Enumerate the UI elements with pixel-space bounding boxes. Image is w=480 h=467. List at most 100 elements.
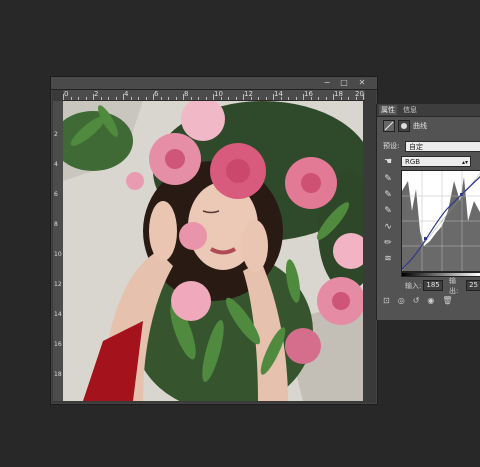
- ruler-number: 10: [214, 90, 223, 98]
- ruler-number: 2: [54, 131, 58, 138]
- ruler-tick: [273, 94, 274, 100]
- input-label: 输入:: [405, 281, 422, 290]
- ruler-number: 14: [274, 90, 283, 98]
- ruler-tick: [288, 97, 289, 100]
- ruler-tick: [325, 97, 327, 100]
- ruler-tick: [333, 94, 334, 100]
- delete-icon[interactable]: 🗑: [442, 296, 452, 305]
- ruler-tick: [123, 94, 124, 100]
- ruler-tick: [363, 94, 364, 100]
- ruler-tick: [348, 97, 349, 100]
- curves-graph[interactable]: [401, 170, 480, 272]
- ruler-number: 10: [54, 251, 62, 258]
- ruler-tick: [100, 97, 102, 100]
- preset-label: 预设:: [383, 142, 400, 150]
- adjustment-title: 曲线: [413, 122, 427, 130]
- ruler-tick: [355, 97, 357, 100]
- ruler-tick: [198, 97, 199, 100]
- ruler-tick: [310, 97, 312, 100]
- ruler-tick: [258, 97, 259, 100]
- tab-properties[interactable]: 属性: [379, 105, 397, 115]
- flower-portrait-image: [63, 101, 363, 401]
- ruler-tick: [250, 97, 252, 100]
- ruler-tick: [220, 97, 222, 100]
- ruler-tick: [213, 94, 214, 100]
- maximize-icon[interactable]: □: [338, 78, 350, 88]
- ruler-tick: [183, 94, 184, 100]
- ruler-tick: [145, 97, 147, 100]
- visibility-icon[interactable]: ◉: [427, 296, 434, 305]
- mask-icon[interactable]: [398, 120, 410, 132]
- ruler-tick: [85, 97, 87, 100]
- preset-value: 自定: [409, 143, 423, 151]
- preset-select[interactable]: 自定: [405, 141, 480, 152]
- ruler-tick: [160, 97, 162, 100]
- input-field[interactable]: 输入: 185: [405, 280, 443, 291]
- output-field[interactable]: 输出: 25: [449, 277, 480, 295]
- ruler-tick: [235, 97, 237, 100]
- ruler-number: 2: [94, 90, 99, 98]
- ruler-tick: [168, 97, 169, 100]
- ruler-number: 18: [334, 90, 343, 98]
- ruler-number: 6: [54, 191, 58, 198]
- chevron-down-icon: ▴▾: [461, 159, 468, 166]
- ruler-tick: [138, 97, 139, 100]
- document-window: − □ ✕ 0 2 4 6 8 10 12 14 16 18 20 2 4 6 8 10 12 14 16 18: [50, 76, 378, 405]
- canvas-photo[interactable]: [63, 101, 363, 401]
- ruler-tick: [303, 94, 304, 100]
- tab-info[interactable]: 信息: [401, 105, 419, 115]
- ruler-number: 18: [54, 371, 62, 378]
- document-titlebar[interactable]: − □ ✕: [51, 77, 377, 90]
- ruler-tick: [205, 97, 207, 100]
- ruler-tick: [228, 97, 229, 100]
- black-eyedropper-icon[interactable]: ✎: [381, 172, 395, 186]
- ruler-tick: [108, 97, 109, 100]
- ruler-tick: [70, 97, 72, 100]
- ruler-tick: [265, 97, 267, 100]
- pencil-icon[interactable]: ✏: [381, 236, 395, 250]
- reset-icon[interactable]: ↺: [413, 296, 420, 305]
- ruler-number: 14: [54, 311, 62, 318]
- ruler-tick: [190, 97, 192, 100]
- curves-adjustment-icon: [383, 120, 395, 132]
- ruler-number: 12: [54, 281, 62, 288]
- gray-eyedropper-icon[interactable]: ✎: [381, 188, 395, 202]
- ruler-tick: [340, 97, 342, 100]
- ruler-tick: [318, 97, 319, 100]
- smooth-icon[interactable]: ≋: [381, 252, 395, 266]
- output-label: 输出:: [449, 276, 459, 295]
- ruler-tick: [295, 97, 297, 100]
- ruler-tick: [93, 94, 94, 100]
- target-adjust-icon[interactable]: ☚: [381, 155, 395, 169]
- panel-tabs: 属性 信息: [377, 104, 480, 117]
- ruler-number: 16: [54, 341, 62, 348]
- ruler-tick: [243, 94, 244, 100]
- ruler-tick: [78, 97, 79, 100]
- ruler-tick: [175, 97, 177, 100]
- minimize-icon[interactable]: −: [321, 78, 333, 88]
- ruler-number: 6: [154, 90, 159, 98]
- ruler-number: 12: [244, 90, 253, 98]
- input-value[interactable]: 185: [423, 280, 443, 291]
- ruler-tick: [115, 97, 117, 100]
- channel-select[interactable]: RGB ▴▾: [401, 156, 471, 167]
- ruler-number: 4: [54, 161, 58, 168]
- curve-edit-icon[interactable]: ∿: [381, 220, 395, 234]
- white-eyedropper-icon[interactable]: ✎: [381, 204, 395, 218]
- ruler-number: 8: [54, 221, 58, 228]
- clip-to-layer-icon[interactable]: ⊡: [383, 296, 390, 305]
- histogram-curve: [402, 171, 480, 271]
- ruler-tick: [63, 94, 64, 100]
- output-value[interactable]: 25: [466, 280, 480, 291]
- ruler-tick: [280, 97, 282, 100]
- horizontal-ruler[interactable]: 0 2 4 6 8 10 12 14 16 18 20: [63, 90, 365, 101]
- adjustment-header: 曲线: [383, 120, 480, 132]
- close-icon[interactable]: ✕: [356, 78, 368, 88]
- gradient-bar: [401, 272, 480, 277]
- panel-footer: ⊡ ◎ ↺ ◉ 🗑: [383, 294, 480, 306]
- ruler-number: 0: [64, 90, 69, 98]
- channel-value: RGB: [405, 158, 421, 166]
- view-previous-icon[interactable]: ◎: [398, 296, 405, 305]
- ruler-number: 4: [124, 90, 129, 98]
- ruler-number: 8: [184, 90, 189, 98]
